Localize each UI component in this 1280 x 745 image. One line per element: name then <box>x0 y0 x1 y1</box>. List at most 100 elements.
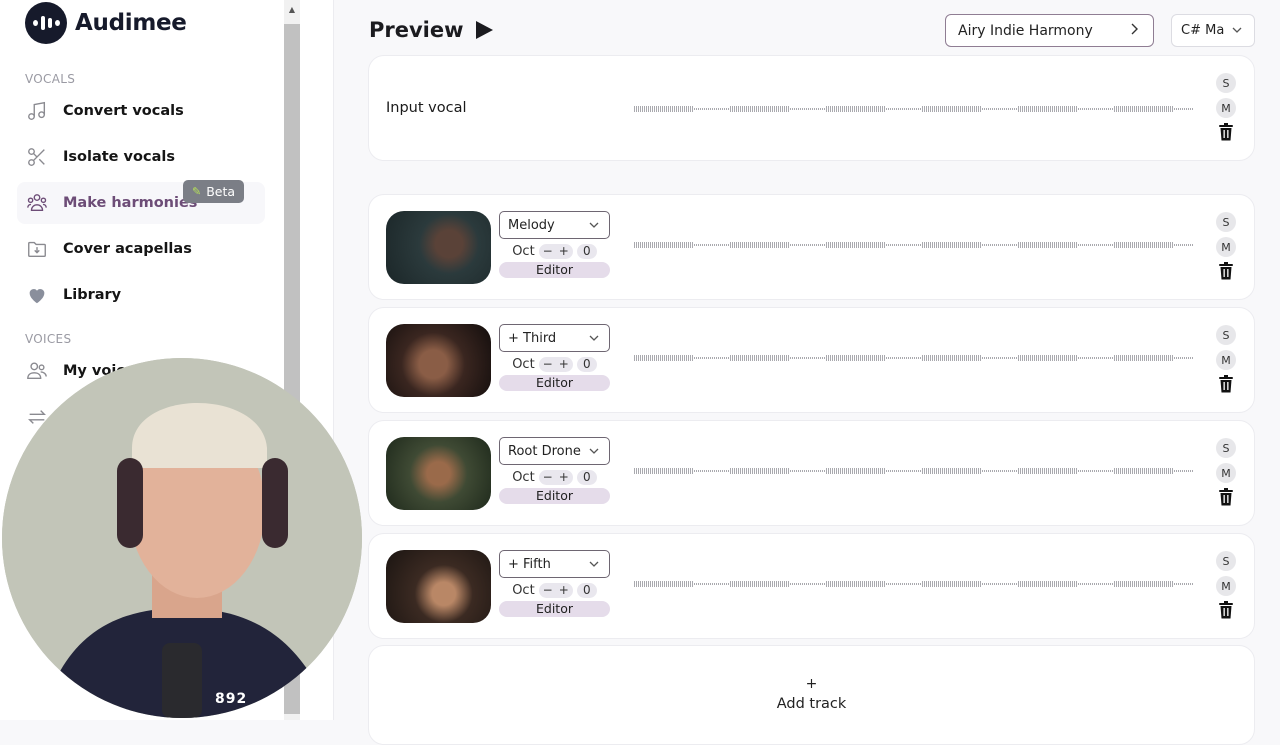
waveform-bar <box>1074 355 1075 361</box>
octave-plus-button[interactable]: + <box>559 470 569 484</box>
octave-minus-button[interactable]: − <box>543 470 553 484</box>
trash-icon[interactable] <box>1218 375 1234 393</box>
waveform-bar <box>818 470 819 472</box>
octave-plus-button[interactable]: + <box>559 583 569 597</box>
voice-avatar[interactable] <box>386 550 491 623</box>
waveform-bar <box>1090 583 1091 585</box>
waveform-bar <box>802 244 803 246</box>
waveform-bar <box>1124 242 1125 248</box>
waveform-bar <box>634 355 635 361</box>
waveform[interactable] <box>634 577 1194 591</box>
waveform-bar <box>1030 106 1031 112</box>
voice-avatar[interactable] <box>386 324 491 397</box>
waveform[interactable] <box>634 351 1194 365</box>
sidebar-item-library[interactable]: Library <box>17 274 265 316</box>
waveform-bar <box>1002 583 1003 585</box>
solo-button[interactable]: S <box>1216 212 1236 232</box>
waveform-bar <box>930 468 931 474</box>
waveform-bar <box>800 108 801 110</box>
logo[interactable]: Audimee <box>25 2 187 44</box>
waveform-bar <box>876 468 877 474</box>
voice-avatar[interactable] <box>386 437 491 510</box>
mute-button[interactable]: M <box>1216 98 1236 118</box>
octave-plus-button[interactable]: + <box>559 357 569 371</box>
waveform-bar <box>740 355 741 361</box>
sidebar-item-cover-acapellas[interactable]: Cover acapellas <box>17 228 265 270</box>
waveform-bar <box>1046 581 1047 587</box>
logo-icon <box>25 2 67 44</box>
scroll-up-arrow-icon[interactable]: ▲ <box>284 0 300 18</box>
solo-button[interactable]: S <box>1216 438 1236 458</box>
waveform-bar <box>1078 108 1079 110</box>
waveform[interactable] <box>634 238 1194 252</box>
waveform-bar <box>650 468 651 474</box>
voice-avatar[interactable] <box>386 211 491 284</box>
waveform-bar <box>1024 242 1025 248</box>
waveform[interactable] <box>634 102 1194 116</box>
editor-button[interactable]: Editor <box>499 262 610 278</box>
waveform-bar <box>670 355 671 361</box>
solo-button[interactable]: S <box>1216 551 1236 571</box>
waveform-bar <box>1002 244 1003 246</box>
waveform-bar <box>720 470 721 472</box>
octave-minus-button[interactable]: − <box>543 244 553 258</box>
waveform-bar <box>848 355 849 361</box>
waveform-bar <box>812 583 813 585</box>
voice-role-select[interactable]: + Third <box>499 324 610 352</box>
octave-minus-button[interactable]: − <box>543 357 553 371</box>
waveform-bar <box>722 357 723 359</box>
waveform-bar <box>740 106 741 112</box>
preset-selector[interactable]: Airy Indie Harmony <box>945 14 1154 47</box>
waveform-bar <box>1038 581 1039 587</box>
mute-button[interactable]: M <box>1216 237 1236 257</box>
trash-icon[interactable] <box>1218 601 1234 619</box>
track-card: + Fifth Oct − + 0 Editor S M <box>368 533 1255 639</box>
sidebar-item-isolate-vocals[interactable]: Isolate vocals <box>17 136 265 178</box>
waveform-bar <box>638 468 639 474</box>
play-icon[interactable] <box>475 21 493 39</box>
sidebar-item-convert-vocals[interactable]: Convert vocals <box>17 90 265 132</box>
solo-button[interactable]: S <box>1216 73 1236 93</box>
waveform-bar <box>894 583 895 585</box>
waveform-bar <box>1190 108 1191 110</box>
editor-button[interactable]: Editor <box>499 488 610 504</box>
trash-icon[interactable] <box>1218 488 1234 506</box>
waveform-bar <box>1108 108 1109 110</box>
waveform-bar <box>1110 244 1111 246</box>
octave-plus-button[interactable]: + <box>559 244 569 258</box>
voice-role-select[interactable]: Root Drone <box>499 437 610 465</box>
waveform-bar <box>684 242 685 248</box>
waveform-bar <box>830 581 831 587</box>
octave-minus-button[interactable]: − <box>543 583 553 597</box>
waveform-bar <box>1144 355 1145 361</box>
waveform-bar <box>874 581 875 587</box>
waveform-bar <box>730 581 731 587</box>
mute-button[interactable]: M <box>1216 463 1236 483</box>
editor-button[interactable]: Editor <box>499 375 610 391</box>
waveform-bar <box>698 108 699 110</box>
waveform[interactable] <box>634 464 1194 478</box>
mute-button[interactable]: M <box>1216 576 1236 596</box>
waveform-bar <box>992 244 993 246</box>
waveform-bar <box>792 583 793 585</box>
waveform-bar <box>1070 106 1071 112</box>
waveform-bar <box>704 357 705 359</box>
add-track-button[interactable]: + Add track <box>368 645 1255 745</box>
key-select[interactable]: C# Ma <box>1171 14 1255 47</box>
mute-button[interactable]: M <box>1216 350 1236 370</box>
waveform-bar <box>710 470 711 472</box>
solo-button[interactable]: S <box>1216 325 1236 345</box>
waveform-bar <box>1086 108 1087 110</box>
waveform-bar <box>1140 581 1141 587</box>
waveform-bar <box>966 106 967 112</box>
trash-icon[interactable] <box>1218 262 1234 280</box>
section-label-voices: VOICES <box>25 332 72 346</box>
waveform-bar <box>802 108 803 110</box>
waveform-bar <box>640 581 641 587</box>
waveform-bar <box>982 244 983 246</box>
voice-role-select[interactable]: Melody <box>499 211 610 239</box>
voice-role-select[interactable]: + Fifth <box>499 550 610 578</box>
editor-button[interactable]: Editor <box>499 601 610 617</box>
waveform-bar <box>1038 242 1039 248</box>
trash-icon[interactable] <box>1218 123 1234 141</box>
